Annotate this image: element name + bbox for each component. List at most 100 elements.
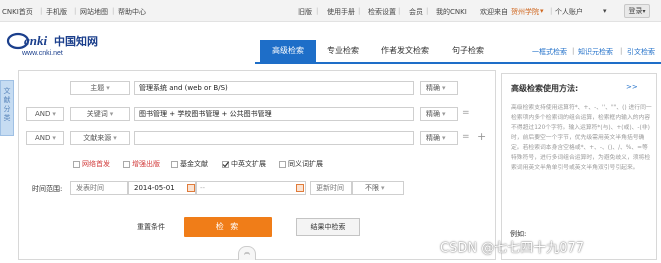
match-select-2[interactable]: 精确 ▾ bbox=[420, 107, 458, 121]
reset-button[interactable]: 重置条件 bbox=[127, 219, 175, 235]
filter-funded[interactable]: 基金文献 bbox=[171, 159, 208, 169]
logo-url: www.cnki.net bbox=[21, 50, 63, 57]
divider: | bbox=[398, 7, 401, 15]
divider: | bbox=[550, 7, 553, 15]
cnki-logo[interactable]: cnki 中国知网 www.cnki.net bbox=[4, 30, 104, 58]
cnki-logo-graphic: cnki 中国知网 www.cnki.net bbox=[6, 32, 98, 57]
link-my-cnki[interactable]: 我的CNKI bbox=[436, 7, 467, 17]
login-button[interactable]: 登录▾ bbox=[624, 4, 650, 18]
remove-row-icon[interactable]: = bbox=[462, 108, 470, 118]
divider: | bbox=[358, 7, 361, 15]
logic-select-2[interactable]: AND ▾ bbox=[26, 107, 64, 121]
chevron-down-icon: ▾ bbox=[52, 110, 56, 118]
divider: | bbox=[112, 7, 115, 15]
checkbox-icon bbox=[73, 160, 80, 168]
match-select-1-label: 精确 bbox=[426, 84, 440, 92]
link-manual[interactable]: 使用手册 bbox=[327, 7, 355, 17]
link-personal-account[interactable]: 个人账户 bbox=[555, 7, 583, 17]
checkbox-icon bbox=[279, 160, 286, 168]
link-simple-search[interactable]: 一框式检索 bbox=[532, 47, 567, 57]
logic-select-3[interactable]: AND ▾ bbox=[26, 131, 64, 145]
calendar-icon[interactable] bbox=[187, 184, 195, 192]
login-label: 登录 bbox=[628, 7, 643, 15]
divider: | bbox=[316, 7, 319, 15]
field-select-3[interactable]: 文献来源 ▾ bbox=[70, 131, 130, 145]
divider: | bbox=[426, 7, 429, 15]
collapse-icon[interactable]: ︽ bbox=[238, 246, 256, 260]
logo-cn-text: 中国知网 bbox=[54, 34, 98, 48]
search-input-2[interactable]: 图书管理 + 学校图书管理 + 公共图书管理 bbox=[134, 107, 414, 121]
chevron-down-icon: ▾ bbox=[113, 134, 117, 142]
logic-select-3-label: AND bbox=[35, 134, 51, 142]
field-select-1[interactable]: 主题 ▾ bbox=[70, 81, 130, 95]
calendar-icon[interactable] bbox=[296, 184, 304, 192]
chevron-down-icon: ▾ bbox=[52, 134, 56, 142]
match-select-1[interactable]: 精确 ▾ bbox=[420, 81, 458, 95]
chevron-down-icon: ▾ bbox=[106, 84, 110, 92]
filter-funded-label: 基金文献 bbox=[180, 160, 208, 168]
field-select-1-label: 主题 bbox=[90, 84, 105, 92]
pub-time-label: 发表时间 bbox=[70, 181, 128, 195]
chevron-down-icon: ▾ bbox=[603, 7, 607, 15]
end-date-input[interactable]: -- bbox=[196, 181, 306, 195]
search-within-results-button[interactable]: 结果中检索 bbox=[296, 218, 360, 236]
update-time-value: 不限 bbox=[365, 184, 379, 192]
chevron-down-icon: ▾ bbox=[642, 8, 646, 15]
filter-enhanced-label: 增强出版 bbox=[132, 160, 160, 168]
welcome-text: 欢迎来自 bbox=[480, 8, 508, 16]
search-button[interactable]: 检 索 bbox=[184, 217, 272, 237]
chevron-down-icon: ▾ bbox=[109, 110, 114, 118]
filter-synonym-expand[interactable]: 同义词扩展 bbox=[279, 159, 323, 169]
org-name[interactable]: 贺州学院 bbox=[511, 7, 539, 17]
checkbox-icon bbox=[171, 160, 178, 168]
chevron-down-icon: ▾ bbox=[442, 134, 446, 142]
chevron-down-icon: ▾ bbox=[442, 84, 446, 92]
divider: | bbox=[40, 7, 43, 15]
field-select-2-label: 关键词 bbox=[86, 110, 108, 118]
link-citation-search[interactable]: 引文检索 bbox=[627, 47, 655, 57]
link-member[interactable]: 会员 bbox=[409, 7, 423, 17]
link-cnki-home[interactable]: CNKI首页 bbox=[2, 7, 33, 17]
help-title: 高级检索使用方法: bbox=[511, 84, 579, 93]
link-search-settings[interactable]: 检索设置 bbox=[368, 7, 396, 17]
top-bar: CNKI首页 | 手机版 | 网站地图 | 帮助中心 旧版 | 使用手册 | 检… bbox=[0, 0, 661, 22]
help-more-link[interactable]: >> bbox=[626, 83, 638, 91]
add-row-icon[interactable]: + bbox=[477, 130, 486, 143]
search-input-1[interactable]: 管理系统 and (web or B/S) bbox=[134, 81, 414, 95]
help-body: 高级检索支持使用运算符*、+、-、''、""、() 进行同一检索项内多个检索词的… bbox=[511, 105, 652, 171]
match-select-3[interactable]: 精确 ▾ bbox=[420, 131, 458, 145]
match-select-3-label: 精确 bbox=[426, 134, 440, 142]
filter-enhanced[interactable]: 增强出版 bbox=[123, 159, 160, 169]
search-input-3[interactable] bbox=[134, 131, 414, 145]
tab-professional-search[interactable]: 专业检索 bbox=[318, 40, 368, 62]
tab-author-search[interactable]: 作者发文检索 bbox=[372, 40, 438, 62]
field-select-2[interactable]: 关键词 ▾ bbox=[70, 107, 130, 121]
chevron-down-icon: ▾ bbox=[442, 110, 446, 118]
link-sitemap[interactable]: 网站地图 bbox=[80, 7, 108, 17]
time-range-label: 时间范围: bbox=[32, 185, 63, 193]
tab-sentence-search[interactable]: 句子检索 bbox=[440, 40, 496, 62]
link-knowledge-search[interactable]: 知识元检索 bbox=[578, 47, 613, 57]
doc-category-toggle[interactable]: 文献分类 bbox=[0, 80, 14, 136]
remove-row-icon[interactable]: = bbox=[462, 132, 470, 142]
checkbox-icon bbox=[123, 160, 130, 168]
divider: | bbox=[74, 7, 77, 15]
logic-select-2-label: AND bbox=[35, 110, 51, 118]
checkbox-checked-icon bbox=[222, 160, 229, 168]
update-time-select[interactable]: 不限 ▾ bbox=[352, 181, 404, 195]
divider: | bbox=[620, 47, 623, 55]
start-date-input[interactable]: 2014-05-01 bbox=[128, 181, 196, 195]
filter-cn-en-expand[interactable]: 中英文扩展 bbox=[222, 159, 266, 169]
link-old-version[interactable]: 旧版 bbox=[298, 7, 312, 17]
link-help-center[interactable]: 帮助中心 bbox=[118, 7, 146, 17]
match-select-2-label: 精确 bbox=[426, 110, 440, 118]
csdn-watermark: CSDN @七七四十九077 bbox=[440, 241, 585, 256]
filter-cn-en-expand-label: 中英文扩展 bbox=[231, 160, 266, 168]
filter-online-first[interactable]: 网络首发 bbox=[73, 159, 110, 169]
field-select-3-label: 文献来源 bbox=[83, 134, 112, 142]
divider: | bbox=[572, 47, 575, 55]
update-time-label: 更新时间 bbox=[310, 181, 352, 195]
check-mark-icon bbox=[222, 161, 229, 167]
link-mobile[interactable]: 手机版 bbox=[46, 7, 67, 17]
tab-advanced-search[interactable]: 高级检索 bbox=[260, 40, 316, 62]
